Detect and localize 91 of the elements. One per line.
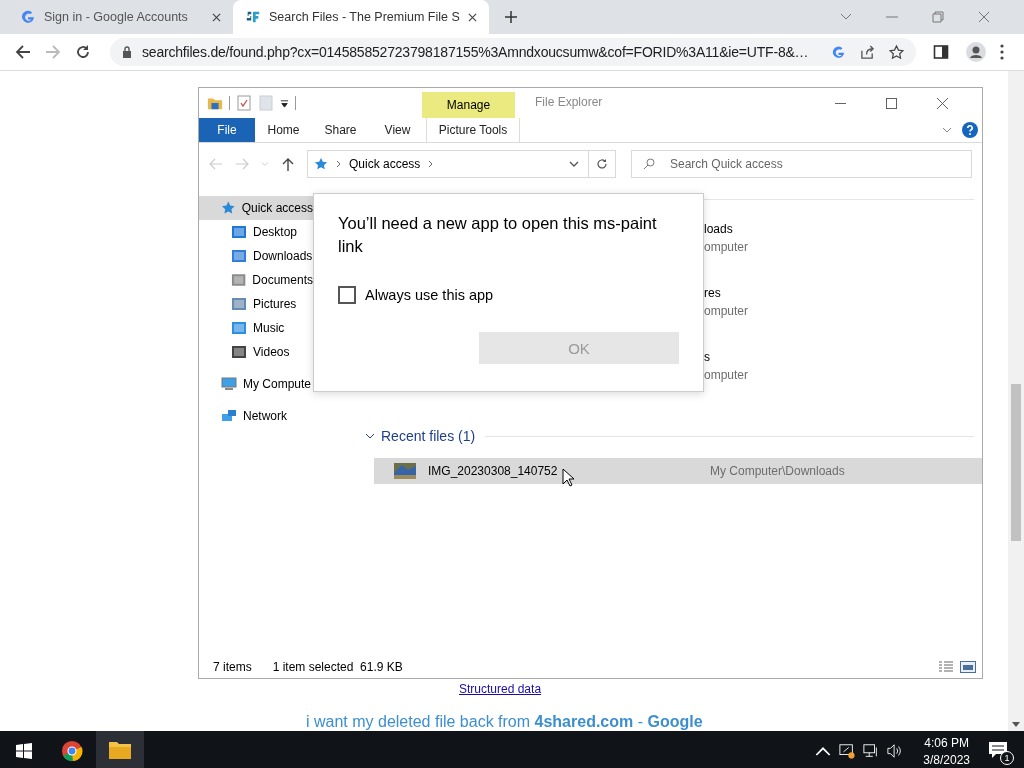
chevron-right-icon (428, 160, 434, 168)
ribbon-tab[interactable]: Home (255, 118, 312, 142)
volume-icon[interactable] (887, 743, 904, 759)
url-text: searchfiles.de/found.php?cx=014585852723798187155%3Amndxoucsumw&cof=FORID%3A11&ie=UTF-8&… (142, 44, 810, 60)
folder-icon (231, 272, 247, 288)
new-tab-icon[interactable] (504, 11, 517, 23)
browser-tab[interactable]: Search Files - The Premium File S (233, 0, 489, 34)
folder-location: omputer (704, 240, 749, 254)
checkbox-label[interactable]: Always use this app (365, 287, 494, 303)
ribbon-tab[interactable]: View (369, 118, 426, 142)
dialog-message: You’ll need a new app to open this ms-paint link (338, 213, 658, 257)
nav-item[interactable]: Quick access (199, 196, 313, 220)
ribbon-tab[interactable]: Picture Tools (427, 118, 519, 142)
maximize-icon[interactable] (886, 97, 897, 109)
close-icon[interactable] (467, 12, 477, 22)
scroll-down-icon[interactable] (1012, 722, 1020, 727)
browser-icon (60, 740, 84, 762)
nav-item[interactable]: Videos (199, 340, 313, 364)
network-icon (221, 408, 237, 424)
notification-icon (988, 741, 1008, 759)
help-icon[interactable] (962, 122, 978, 138)
close-icon[interactable] (937, 97, 948, 109)
folder-icon (231, 248, 247, 264)
side-panel-icon[interactable] (933, 44, 949, 60)
reload-icon[interactable] (75, 44, 91, 60)
chevron-down-icon[interactable] (569, 161, 579, 167)
folder-icon (231, 344, 247, 360)
folder-name[interactable]: loads (704, 222, 749, 236)
up-icon[interactable] (281, 157, 295, 171)
folder-icon (231, 224, 247, 240)
tiles-view-icon[interactable] (960, 661, 976, 673)
nav-item[interactable]: Music (199, 316, 313, 340)
share-icon[interactable] (860, 44, 875, 60)
chevron-down-icon[interactable] (365, 431, 375, 441)
star-icon (221, 200, 236, 216)
address-field[interactable]: Quick access (307, 150, 616, 178)
file-tab[interactable]: File (199, 118, 255, 142)
menu-icon[interactable] (1000, 44, 1004, 60)
notification-count: 1 (1000, 751, 1014, 765)
checkbox[interactable] (338, 286, 356, 304)
folder-location: omputer (704, 304, 749, 318)
search-field[interactable]: Search Quick access (631, 150, 972, 178)
search-icon (643, 158, 655, 170)
notification-button[interactable]: 1 (988, 741, 1010, 761)
refresh-icon (596, 158, 608, 170)
tab-title: Sign in - Google Accounts (44, 10, 189, 24)
folder-location: omputer (704, 368, 749, 382)
star-icon (314, 157, 328, 171)
address-bar[interactable]: searchfiles.de/found.php?cx=014585852723798187155%3Amndxoucsumw&cof=FORID%3A11&ie=UTF-8&… (110, 38, 916, 66)
nav-item[interactable]: Pictures (199, 292, 313, 316)
folder-name[interactable]: s (704, 350, 749, 364)
browser-tab[interactable]: Sign in - Google Accounts (8, 0, 233, 34)
scrollbar[interactable] (1008, 71, 1024, 731)
profile-icon[interactable] (966, 42, 986, 62)
mouse-cursor-icon (562, 468, 574, 487)
network-icon[interactable] (863, 743, 880, 759)
site-logo-icon (245, 9, 261, 25)
google-icon (20, 9, 36, 25)
tab-title: Search Files - The Premium File S (269, 10, 460, 24)
structured-data-link[interactable]: Structured data (459, 682, 1008, 696)
scrollbar-thumb[interactable] (1011, 384, 1021, 541)
star-icon[interactable] (889, 44, 904, 60)
nav-item[interactable]: Desktop (199, 220, 313, 244)
chevron-right-icon (336, 160, 341, 168)
nav-item[interactable]: Network (199, 404, 313, 428)
file-row[interactable]: IMG_20230308_140752 My Computer\Downloads (374, 458, 982, 484)
windows-start-icon[interactable] (16, 743, 32, 759)
manage-group-label: Manage (422, 92, 515, 118)
close-icon[interactable] (212, 12, 221, 22)
clock[interactable]: 4:06 PM 3/8/2023 (923, 735, 970, 767)
section-header[interactable]: Recent files (1) (381, 428, 476, 444)
google-icon[interactable] (831, 44, 846, 60)
customize-icon[interactable] (280, 98, 289, 108)
folder-icon (231, 320, 247, 336)
ribbon-tab[interactable]: Share (312, 118, 369, 142)
taskbar-app[interactable] (96, 731, 144, 768)
nav-item[interactable]: Documents (199, 268, 313, 292)
computer-icon (221, 376, 237, 392)
window-title: File Explorer (535, 95, 603, 109)
folder-icon (108, 739, 132, 761)
properties-icon[interactable] (236, 95, 252, 111)
selection-info: 1 item selected 61.9 KB (272, 660, 403, 674)
folder-icon (231, 296, 247, 312)
breadcrumb[interactable]: Quick access (349, 157, 421, 171)
item-count: 7 items (213, 660, 252, 674)
back-icon[interactable] (15, 44, 31, 60)
lock-icon (122, 46, 132, 58)
nav-item[interactable]: Downloads (199, 244, 313, 268)
search-result-link[interactable]: i want my deleted file back from 4shared.com - Google (306, 713, 1008, 731)
nav-item[interactable]: My Compute (199, 372, 313, 396)
folder-name[interactable]: res (704, 286, 749, 300)
